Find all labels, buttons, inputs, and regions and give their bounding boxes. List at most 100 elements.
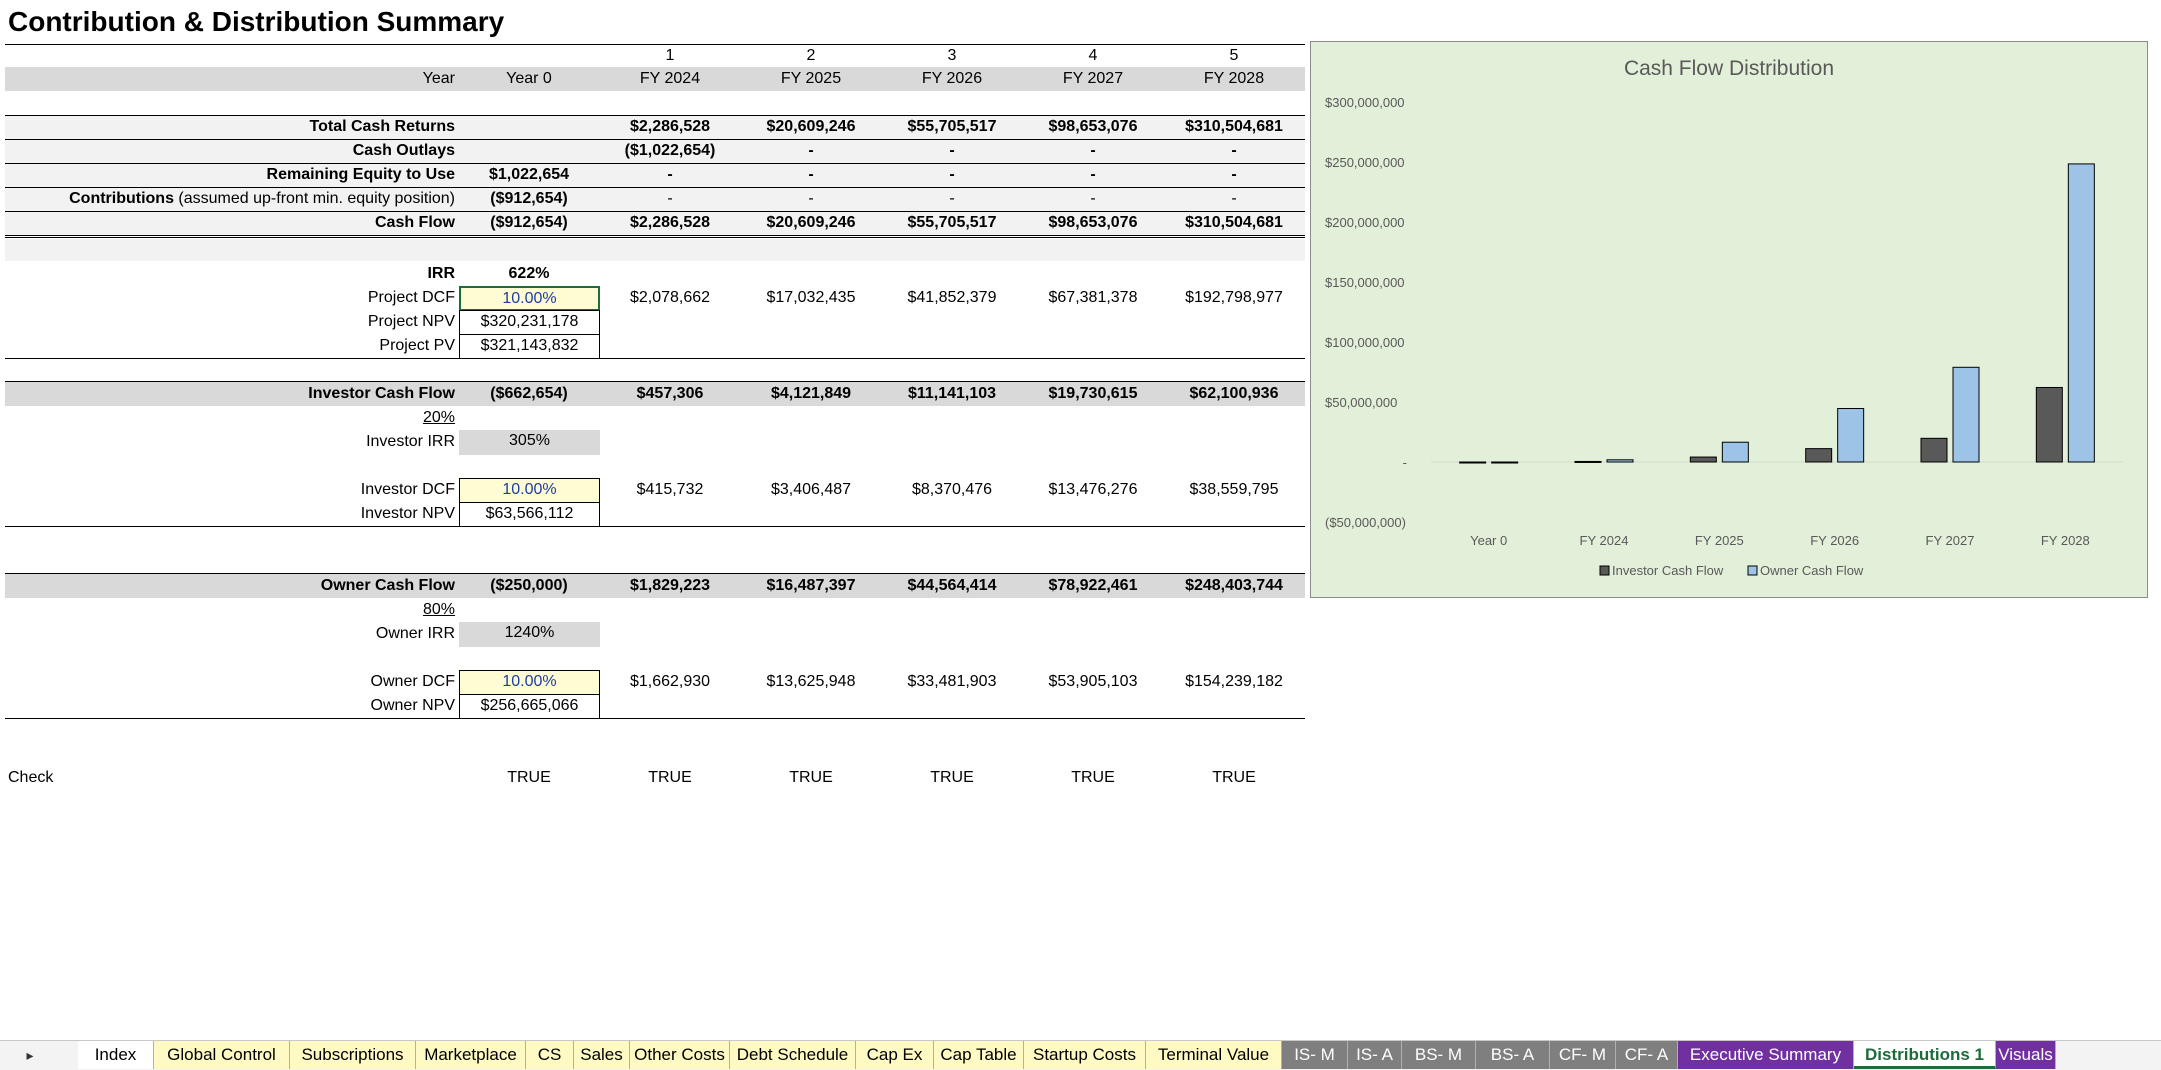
check-value: TRUE (1071, 769, 1115, 786)
sheet-tab-other-costs[interactable]: Other Costs (630, 1041, 730, 1069)
investor-dcf-value: $38,559,795 (1189, 481, 1279, 498)
project-npv-value: $320,231,178 (459, 310, 600, 335)
year-header: FY 2025 (780, 70, 842, 87)
sheet-tab-index[interactable]: Index (78, 1041, 154, 1069)
check-value: TRUE (507, 769, 551, 786)
owner-dcf-value: $1,662,930 (629, 673, 711, 690)
total-cash-returns-value: $98,653,076 (1048, 118, 1138, 135)
sheet-tab-is-a[interactable]: IS- A (1348, 1041, 1402, 1069)
section-line (5, 526, 1305, 527)
investor-cash-flow-bar (1689, 456, 1717, 463)
investor-dcf-rate-input[interactable]: 10.00% (459, 478, 600, 503)
owner-irr-value: 1240% (459, 622, 600, 647)
cash-outlays-value: ($1,022,654) (624, 142, 716, 159)
investor-irr-value: 305% (459, 430, 600, 455)
year-header: Year 0 (506, 70, 552, 87)
sheet-tab-debt-schedule[interactable]: Debt Schedule (730, 1041, 856, 1069)
sheet-tab-cap-ex[interactable]: Cap Ex (856, 1041, 934, 1069)
owner-cash-flow-value: $78,922,461 (1048, 577, 1138, 594)
investor-cash-flow-bar (2035, 386, 2063, 463)
scroll-tabs-right-icon[interactable]: ▸ (20, 1041, 40, 1069)
remaining-equity-label: Remaining Equity to Use (266, 166, 455, 183)
worksheet-grid[interactable]: Contribution & Distribution Summary 1 2 … (0, 0, 2161, 1040)
contributions-label-bold: Contributions (69, 190, 174, 207)
investor-cash-flow-label: Investor Cash Flow (308, 385, 455, 402)
investor-dcf-value: $8,370,476 (911, 481, 993, 498)
contributions-value: - (949, 190, 955, 207)
period-number: 5 (1229, 47, 1239, 64)
year-header: FY 2026 (921, 70, 983, 87)
x-tick-label: FY 2024 (1580, 533, 1629, 548)
y-tick-label: $150,000,000 (1325, 275, 1405, 290)
owner-cash-flow-value: $1,829,223 (629, 577, 711, 594)
cash-outlays-value: - (949, 142, 955, 159)
sheet-tab-visuals[interactable]: Visuals (1996, 1041, 2056, 1069)
cash-flow-value: $20,609,246 (766, 214, 856, 231)
project-pv-value: $321,143,832 (459, 334, 600, 359)
investor-cash-flow-bar (1920, 437, 1948, 463)
contributions-label: Contributions (assumed up-front min. equ… (20, 188, 455, 210)
x-tick-label: Year 0 (1470, 533, 1507, 548)
sheet-tab-cap-table[interactable]: Cap Table (934, 1041, 1024, 1069)
cash-flow-value: $98,653,076 (1048, 214, 1138, 231)
investor-share: 20% (422, 409, 455, 426)
sheet-tab-cf-m[interactable]: CF- M (1550, 1041, 1616, 1069)
sheet-tab-bs-a[interactable]: BS- A (1476, 1041, 1550, 1069)
sheet-tab-terminal-value[interactable]: Terminal Value (1146, 1041, 1282, 1069)
total-cash-returns-value: $2,286,528 (629, 118, 711, 135)
sheet-tab-sales[interactable]: Sales (574, 1041, 630, 1069)
investor-npv-value: $63,566,112 (459, 502, 600, 527)
sheet-tab-cs[interactable]: CS (526, 1041, 574, 1069)
irr-value: 622% (508, 265, 550, 282)
owner-npv-value: $256,665,066 (459, 694, 600, 719)
investor-cash-flow-bar (1805, 448, 1833, 463)
investor-cash-flow-value: $11,141,103 (907, 385, 997, 402)
project-npv-label: Project NPV (367, 313, 455, 330)
owner-dcf-rate-input[interactable]: 10.00% (459, 670, 600, 695)
cash-flow-value: ($912,654) (490, 214, 568, 231)
y-tick-label: ($50,000,000) (1325, 515, 1406, 530)
y-tick-label: $300,000,000 (1325, 95, 1405, 110)
cash-outlays-value: - (808, 142, 814, 159)
cash-flow-value: $310,504,681 (1185, 214, 1283, 231)
cash-block-bottom-line (5, 235, 1305, 238)
cash-flow-chart[interactable]: Cash Flow Distribution $300,000,000 $250,… (1310, 41, 2148, 598)
sheet-tab-subscriptions[interactable]: Subscriptions (290, 1041, 416, 1069)
total-cash-returns-value: $310,504,681 (1185, 118, 1283, 135)
contributions-value: ($912,654) (490, 190, 568, 207)
check-value: TRUE (648, 769, 692, 786)
owner-dcf-label: Owner DCF (370, 673, 455, 690)
sheet-tab-bs-m[interactable]: BS- M (1402, 1041, 1476, 1069)
project-dcf-value: $2,078,662 (629, 289, 711, 306)
y-tick-label: $100,000,000 (1325, 335, 1405, 350)
cash-outlays-value: - (1090, 142, 1096, 159)
remaining-equity-value: - (949, 166, 955, 183)
remaining-equity-value: - (667, 166, 673, 183)
chart-title: Cash Flow Distribution (1624, 57, 1834, 80)
owner-dcf-value: $53,905,103 (1048, 673, 1138, 690)
check-value: TRUE (789, 769, 833, 786)
project-dcf-rate-input[interactable]: 10.00% (459, 286, 600, 311)
owner-cash-flow-bar (1837, 408, 1865, 463)
project-dcf-value: $192,798,977 (1185, 289, 1283, 306)
year-header: FY 2028 (1203, 70, 1265, 87)
sheet-tab-executive-summary[interactable]: Executive Summary (1678, 1041, 1854, 1069)
owner-cash-flow-value: $248,403,744 (1185, 577, 1283, 594)
sheet-tab-cf-a[interactable]: CF- A (1616, 1041, 1678, 1069)
sheet-tab-global-control[interactable]: Global Control (154, 1041, 290, 1069)
sheet-tab-is-m[interactable]: IS- M (1282, 1041, 1348, 1069)
project-pv-label: Project PV (379, 337, 455, 354)
investor-dcf-value: $3,406,487 (770, 481, 852, 498)
investor-npv-label: Investor NPV (360, 505, 455, 522)
owner-npv-label: Owner NPV (370, 697, 455, 714)
project-dcf-value: $17,032,435 (766, 289, 856, 306)
sheet-tab-startup-costs[interactable]: Startup Costs (1024, 1041, 1146, 1069)
sheet-tab-marketplace[interactable]: Marketplace (416, 1041, 526, 1069)
investor-dcf-label: Investor DCF (360, 481, 455, 498)
owner-dcf-value: $13,625,948 (766, 673, 856, 690)
contributions-value: - (808, 190, 814, 207)
sheet-title: Contribution & Distribution Summary (8, 6, 505, 37)
project-dcf-label: Project DCF (367, 289, 455, 306)
sheet-tab-distributions-1[interactable]: Distributions 1 (1854, 1041, 1996, 1069)
owner-dcf-value: $154,239,182 (1185, 673, 1283, 690)
